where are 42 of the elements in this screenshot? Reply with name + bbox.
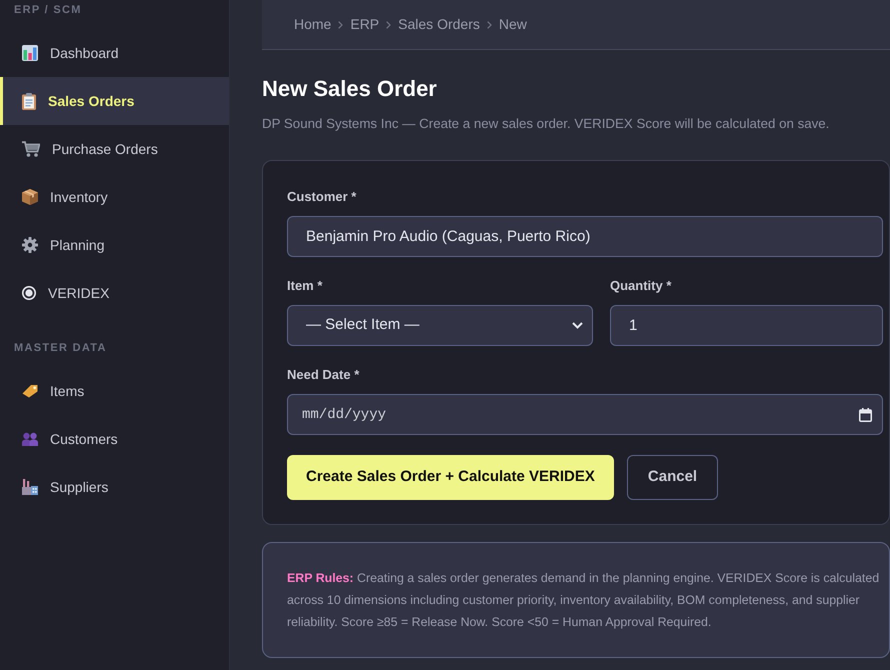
chevron-down-icon bbox=[572, 322, 583, 329]
cancel-button[interactable]: Cancel bbox=[626, 455, 718, 500]
date-field[interactable]: mm/dd/yyyy bbox=[287, 394, 883, 435]
gear-icon bbox=[22, 237, 38, 253]
chevron-right-icon bbox=[338, 20, 344, 28]
sidebar-item[interactable]: Sales Orders bbox=[0, 77, 229, 125]
box-icon bbox=[22, 189, 38, 205]
note-text: ERP Rules: Creating a sales order generates demand in the planning engine. VERIDEX Score is calculated across 10 dimensions including customer priority, inventory availability, BOM completeness, and supplier reliability. Score ≥85 = Release Now. Score <50 = Human Approval Required. bbox=[287, 570, 880, 631]
sidebar-item[interactable]: Dashboard bbox=[0, 29, 229, 77]
sidebar-item[interactable]: Customers bbox=[0, 415, 229, 463]
text-field[interactable]: Benjamin Pro Audio (Caguas, Puerto Rico) bbox=[287, 216, 883, 257]
breadcrumb-current: New bbox=[498, 15, 527, 34]
select-field[interactable]: — Select Item — bbox=[287, 305, 593, 346]
radio-button-icon bbox=[22, 286, 36, 300]
breadcrumb-link[interactable]: Sales Orders bbox=[398, 14, 480, 35]
number-field[interactable]: 1 bbox=[610, 305, 883, 346]
sidebar-item[interactable]: Purchase Orders bbox=[0, 125, 229, 173]
page-subtitle: DP Sound Systems Inc — Create a new sales order. VERIDEX Score will be calculated on save. bbox=[262, 115, 830, 133]
field-label: Quantity * bbox=[610, 277, 672, 295]
factory-icon bbox=[22, 479, 38, 495]
bar-chart-icon bbox=[22, 45, 38, 61]
breadcrumb-link[interactable]: ERP bbox=[350, 14, 380, 35]
sidebar-heading: ERP / SCM bbox=[13, 3, 83, 18]
calendar-icon bbox=[859, 408, 872, 422]
people-icon bbox=[22, 432, 38, 446]
sidebar-heading: MASTER DATA bbox=[13, 341, 108, 356]
sidebar-item[interactable]: VERIDEX bbox=[0, 269, 229, 317]
sidebar-item[interactable]: Items bbox=[0, 367, 229, 415]
tag-icon bbox=[22, 384, 38, 398]
sidebar-item[interactable]: Inventory bbox=[0, 173, 229, 221]
clipboard-icon bbox=[22, 92, 36, 110]
chevron-right-icon bbox=[486, 20, 492, 28]
chevron-right-icon bbox=[386, 20, 392, 28]
sidebar-item[interactable]: Suppliers bbox=[0, 463, 229, 511]
page-title: New Sales Order bbox=[262, 75, 438, 103]
field-label: Customer * bbox=[287, 188, 358, 206]
create-button[interactable]: Create Sales Order + Calculate VERIDEX bbox=[287, 455, 614, 500]
field-label: Item * bbox=[287, 277, 324, 295]
cart-icon bbox=[22, 141, 40, 157]
sidebar-item[interactable]: Planning bbox=[0, 221, 229, 269]
breadcrumb-link[interactable]: Home bbox=[294, 14, 332, 35]
field-label: Need Date * bbox=[287, 366, 360, 384]
